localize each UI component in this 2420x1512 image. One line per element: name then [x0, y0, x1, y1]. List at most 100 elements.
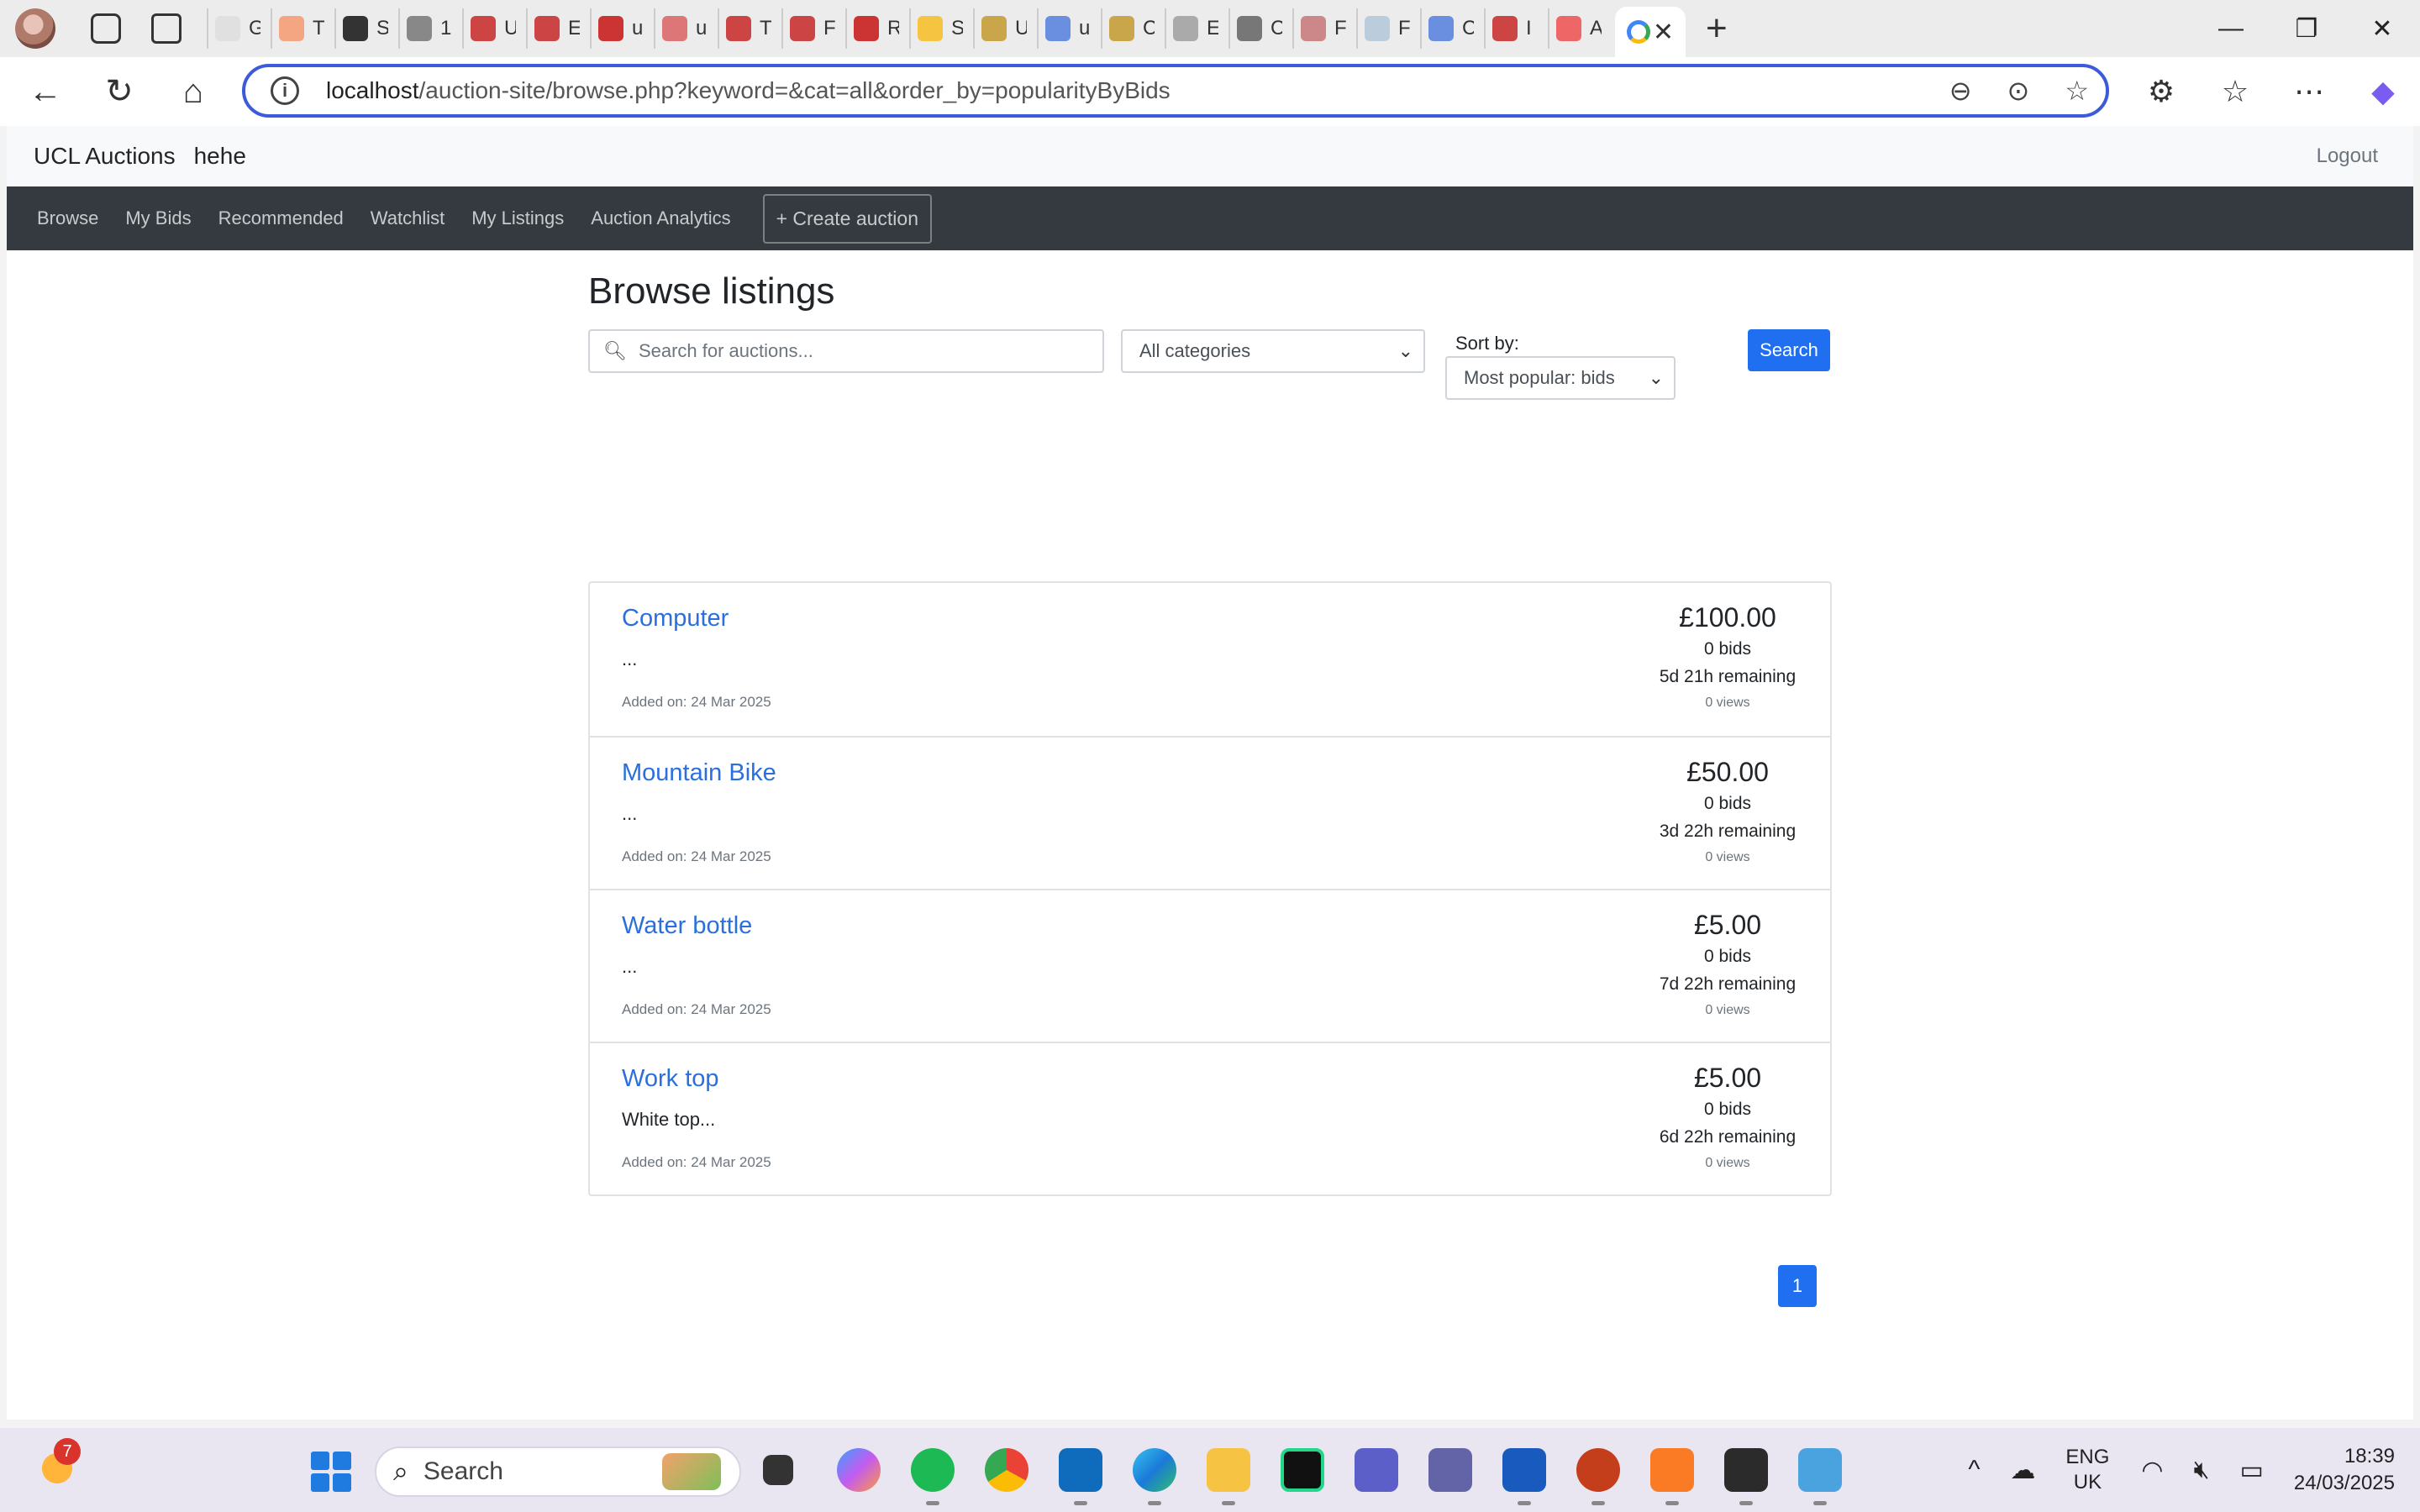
back-icon[interactable]: ←: [22, 68, 69, 115]
browser-tab[interactable]: S: [334, 8, 395, 49]
zoom-icon[interactable]: ⊖: [1949, 75, 1972, 107]
listing-title[interactable]: Computer: [622, 605, 729, 633]
onedrive-icon[interactable]: ☁: [2010, 1456, 2035, 1485]
home-icon[interactable]: ⌂: [170, 68, 217, 115]
restore-icon[interactable]: ❐: [2269, 0, 2344, 57]
taskbar-search[interactable]: ⌕ Search: [375, 1446, 741, 1497]
pycharm-icon[interactable]: [1281, 1448, 1324, 1492]
address-bar[interactable]: i localhost/auction-site/browse.php?keyw…: [242, 64, 2109, 118]
browser-tab[interactable]: E: [526, 8, 587, 49]
browser-tab[interactable]: F: [1356, 8, 1417, 49]
task-view-icon[interactable]: [763, 1455, 793, 1485]
browser-tab[interactable]: C: [1101, 8, 1161, 49]
nav-watchlist[interactable]: Watchlist: [371, 207, 445, 229]
favorite-star-icon[interactable]: ☆: [2065, 75, 2089, 107]
url-text[interactable]: localhost/auction-site/browse.php?keywor…: [326, 77, 1171, 104]
wifi-icon[interactable]: ◠: [2141, 1456, 2163, 1485]
weather-icon[interactable]: 7: [34, 1438, 81, 1492]
profile-avatar[interactable]: [15, 8, 55, 49]
site-brand[interactable]: UCL Auctions: [34, 143, 176, 170]
browser-tab[interactable]: R: [845, 8, 906, 49]
nav-my-bids[interactable]: My Bids: [125, 207, 191, 229]
more-menu-icon[interactable]: ⋯: [2272, 74, 2346, 109]
browser-tab[interactable]: F: [781, 8, 842, 49]
site-info-icon[interactable]: i: [271, 76, 299, 105]
copilot-app-icon[interactable]: [837, 1448, 881, 1492]
word-icon[interactable]: [1502, 1448, 1546, 1505]
browser-tab[interactable]: E: [1165, 8, 1225, 49]
new-tab-icon[interactable]: +: [1706, 8, 1728, 50]
browser-tab[interactable]: G: [207, 8, 267, 49]
browser-tab[interactable]: u: [1037, 8, 1097, 49]
nav-browse[interactable]: Browse: [37, 207, 98, 229]
sort-select[interactable]: Most popular: bids ⌄: [1445, 356, 1676, 400]
listing-description: ...: [622, 956, 638, 977]
nav-recommended[interactable]: Recommended: [218, 207, 344, 229]
close-window-icon[interactable]: ✕: [2344, 0, 2420, 57]
tab-active[interactable]: ✕: [1615, 7, 1686, 57]
browser-tab[interactable]: A: [1548, 8, 1608, 49]
tab-title: G: [249, 17, 260, 39]
chevron-up-icon[interactable]: ^: [1968, 1456, 1980, 1484]
workspaces-icon[interactable]: [91, 13, 121, 44]
copilot-icon[interactable]: ◆: [2346, 74, 2420, 109]
favorites-icon[interactable]: ☆: [2198, 74, 2272, 109]
tab-actions-icon[interactable]: [151, 13, 182, 44]
tab-title: C: [1270, 17, 1282, 39]
refresh-icon[interactable]: ↻: [96, 68, 143, 115]
battery-icon[interactable]: ▭: [2240, 1456, 2264, 1485]
listing-title[interactable]: Mountain Bike: [622, 759, 776, 787]
listing-title[interactable]: Water bottle: [622, 912, 752, 940]
browser-tab[interactable]: U: [462, 8, 523, 49]
logout-link[interactable]: Logout: [2317, 144, 2378, 168]
chrome-icon[interactable]: [985, 1448, 1028, 1492]
category-select[interactable]: All categories ⌄: [1121, 329, 1425, 373]
search-button[interactable]: Search: [1748, 329, 1830, 371]
nav-auction-analytics[interactable]: Auction Analytics: [591, 207, 730, 229]
terminal-icon[interactable]: [1724, 1448, 1768, 1505]
extensions-icon[interactable]: ⚙: [2124, 74, 2198, 109]
browser-tab[interactable]: u: [654, 8, 714, 49]
volume-muted-icon[interactable]: 🔇︎: [2194, 1456, 2210, 1484]
read-aloud-icon[interactable]: ⊙: [2007, 75, 2030, 107]
browser-tab[interactable]: C: [1228, 8, 1289, 49]
tab-favicon-icon: [790, 16, 815, 41]
browser-tab[interactable]: U: [973, 8, 1034, 49]
teams-icon[interactable]: [1355, 1448, 1398, 1492]
browser-tab[interactable]: T: [271, 8, 331, 49]
spotify-icon[interactable]: [911, 1448, 955, 1505]
pagination-page-1[interactable]: 1: [1778, 1265, 1817, 1307]
listing-item: Computer ... Added on: 24 Mar 2025 £100.…: [590, 583, 1830, 736]
browser-tab[interactable]: T: [718, 8, 778, 49]
clock[interactable]: 18:39 24/03/2025: [2294, 1443, 2395, 1497]
outlook-icon[interactable]: [1059, 1448, 1102, 1505]
browser-tab[interactable]: u: [590, 8, 650, 49]
teams-new-icon[interactable]: [1428, 1448, 1472, 1492]
search-field[interactable]: 🔍︎: [588, 329, 1104, 373]
xampp-icon[interactable]: [1650, 1448, 1694, 1505]
taskbar: 7 ⌕ Search ^ ☁ ENG UK ◠ 🔇︎ ▭ 18:39 24/03…: [0, 1428, 2420, 1512]
close-tab-icon[interactable]: ✕: [1653, 18, 1674, 47]
browser-tab[interactable]: F: [1292, 8, 1353, 49]
browser-tab[interactable]: I: [1484, 8, 1544, 49]
nav-my-listings[interactable]: My Listings: [471, 207, 564, 229]
file-explorer-icon[interactable]: [1207, 1448, 1250, 1505]
browser-tab[interactable]: S: [909, 8, 970, 49]
tab-favicon-icon: [1173, 16, 1198, 41]
listing-remaining: 5d 21h remaining: [1659, 667, 1797, 686]
snipping-tool-icon[interactable]: [1798, 1448, 1842, 1505]
search-input[interactable]: [638, 340, 1076, 362]
listing-price: £5.00: [1693, 1063, 1762, 1093]
listing-title[interactable]: Work top: [622, 1065, 719, 1093]
edge-icon[interactable]: [1133, 1448, 1176, 1505]
tab-title: E: [1207, 17, 1218, 39]
browser-tab[interactable]: C: [1420, 8, 1481, 49]
tab-favicon-icon: [1492, 16, 1518, 41]
powerpoint-icon[interactable]: [1576, 1448, 1620, 1505]
tab-favicon-icon: [1365, 16, 1390, 41]
start-button[interactable]: [311, 1452, 351, 1492]
create-auction-button[interactable]: + Create auction: [762, 193, 932, 244]
minimize-icon[interactable]: —: [2193, 0, 2269, 57]
language-indicator[interactable]: ENG UK: [2065, 1445, 2109, 1495]
browser-tab[interactable]: 1: [398, 8, 459, 49]
